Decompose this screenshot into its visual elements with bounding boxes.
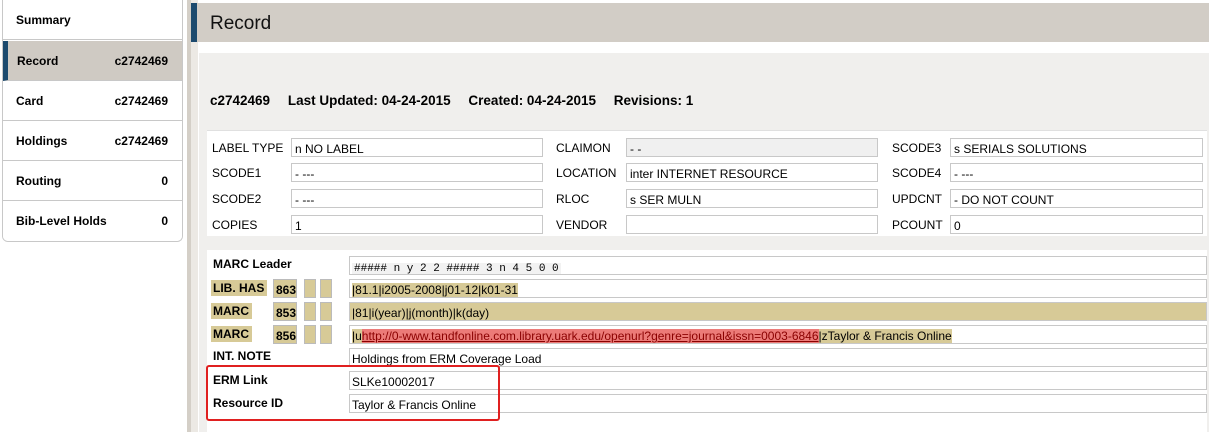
vendor-field[interactable]: [626, 215, 878, 234]
pcount-label: PCOUNT: [892, 218, 943, 232]
label-type-field[interactable]: n NO LABEL: [291, 138, 543, 157]
scode4-field[interactable]: - ---: [950, 163, 1203, 182]
sidebar-item-routing[interactable]: Routing 0: [3, 161, 182, 201]
sidebar-item-card[interactable]: Card c2742469: [3, 81, 182, 121]
marc-leader-value: ##### n y 2 2 ##### 3 n 4 5 0 0: [352, 263, 561, 275]
sidebar-item-value: c2742469: [114, 54, 168, 68]
indicator-1[interactable]: [304, 325, 316, 344]
scode1-label: SCODE1: [212, 166, 262, 180]
lib-has-field[interactable]: |81.1|i2005-2008|j01-12|k01-31: [349, 279, 1207, 298]
record-id: c2742469: [210, 93, 271, 108]
sidebar-item-label: Summary: [16, 13, 71, 27]
rloc-label: RLOC: [556, 192, 590, 206]
sidebar-item-label: Card: [16, 94, 44, 108]
label-type-label: LABEL TYPE: [212, 141, 284, 155]
marc-leader-label: MARC Leader: [213, 257, 292, 271]
location-field[interactable]: inter INTERNET RESOURCE: [626, 163, 878, 182]
sidebar-item-value: 0: [161, 174, 168, 188]
indicator-2[interactable]: [320, 325, 332, 344]
scode1-field[interactable]: - ---: [291, 163, 543, 182]
fixed-fields: LABEL TYPE n NO LABEL CLAIMON - - SCODE3…: [207, 130, 1207, 236]
claimon-label: CLAIMON: [556, 141, 611, 155]
scode3-field[interactable]: s SERIALS SOLUTIONS: [950, 138, 1203, 157]
sidebar-item-record[interactable]: Record c2742469: [3, 41, 182, 81]
scode2-label: SCODE2: [212, 192, 262, 206]
sidebar-item-value: c2742469: [114, 94, 168, 108]
indicator-2[interactable]: [320, 302, 332, 321]
updcnt-label: UPDCNT: [892, 192, 942, 206]
indicator-1[interactable]: [304, 279, 316, 298]
created-date: Created: 04-24-2015: [468, 93, 596, 108]
marc-856-label: MARC: [211, 326, 252, 342]
pcount-field[interactable]: 0: [950, 215, 1203, 234]
copies-label: COPIES: [212, 218, 258, 232]
sidebar-item-label: Record: [17, 54, 59, 68]
sidebar-item-value: 0: [161, 214, 168, 228]
marc-853-tag[interactable]: 853: [273, 302, 297, 321]
scode3-label: SCODE3: [892, 141, 942, 155]
lib-has-label: LIB. HAS: [211, 280, 268, 296]
marc-856-field[interactable]: |uhttp://0-www.tandfonline.com.library.u…: [349, 325, 1207, 344]
marc-853-label: MARC: [211, 303, 252, 319]
record-sidebar: Summary Record c2742469 Card c2742469 Ho…: [2, 0, 183, 242]
lib-has-value: |81.1|i2005-2008|j01-12|k01-31: [352, 283, 518, 297]
indicator-1[interactable]: [304, 302, 316, 321]
lib-has-tag[interactable]: 863: [273, 279, 297, 298]
sidebar-item-bib-level-holds[interactable]: Bib-Level Holds 0: [3, 201, 182, 241]
sidebar-item-holdings[interactable]: Holdings c2742469: [3, 121, 182, 161]
marc-853-field[interactable]: |81|i(year)|j(month)|k(day): [349, 302, 1207, 321]
marc-856-url-link[interactable]: http://0-www.tandfonline.com.library.uar…: [361, 329, 819, 343]
claimon-field[interactable]: - -: [626, 138, 878, 157]
copies-field[interactable]: 1: [291, 215, 543, 234]
record-meta: c2742469 Last Updated: 04-24-2015 Create…: [210, 93, 707, 108]
sidebar-item-value: c2742469: [114, 134, 168, 148]
annotation-highlight-box: [206, 365, 500, 421]
marc-856-suffix: |zTaylor & Francis Online: [818, 329, 952, 343]
marc-856-prefix: |u: [352, 329, 362, 343]
marc-856-tag[interactable]: 856: [273, 325, 297, 344]
updcnt-field[interactable]: - DO NOT COUNT: [950, 189, 1203, 208]
sidebar-item-label: Holdings: [16, 134, 68, 148]
scode2-field[interactable]: - ---: [291, 189, 543, 208]
indicator-2[interactable]: [320, 279, 332, 298]
sidebar-item-summary[interactable]: Summary: [3, 0, 182, 40]
vendor-label: VENDOR: [556, 218, 608, 232]
panel-gutter: [191, 0, 198, 432]
sidebar-item-label: Bib-Level Holds: [16, 214, 107, 228]
revisions-count: Revisions: 1: [613, 93, 694, 108]
marc-leader-field[interactable]: ##### n y 2 2 ##### 3 n 4 5 0 0: [349, 256, 1207, 275]
last-updated: Last Updated: 04-24-2015: [287, 93, 451, 108]
sidebar-item-label: Routing: [16, 174, 62, 188]
scode4-label: SCODE4: [892, 166, 942, 180]
rloc-field[interactable]: s SER MULN: [626, 189, 878, 208]
page-title: Record: [210, 13, 272, 34]
record-header: Record: [191, 3, 1209, 42]
int-note-label: INT. NOTE: [213, 349, 272, 363]
location-label: LOCATION: [556, 166, 617, 180]
